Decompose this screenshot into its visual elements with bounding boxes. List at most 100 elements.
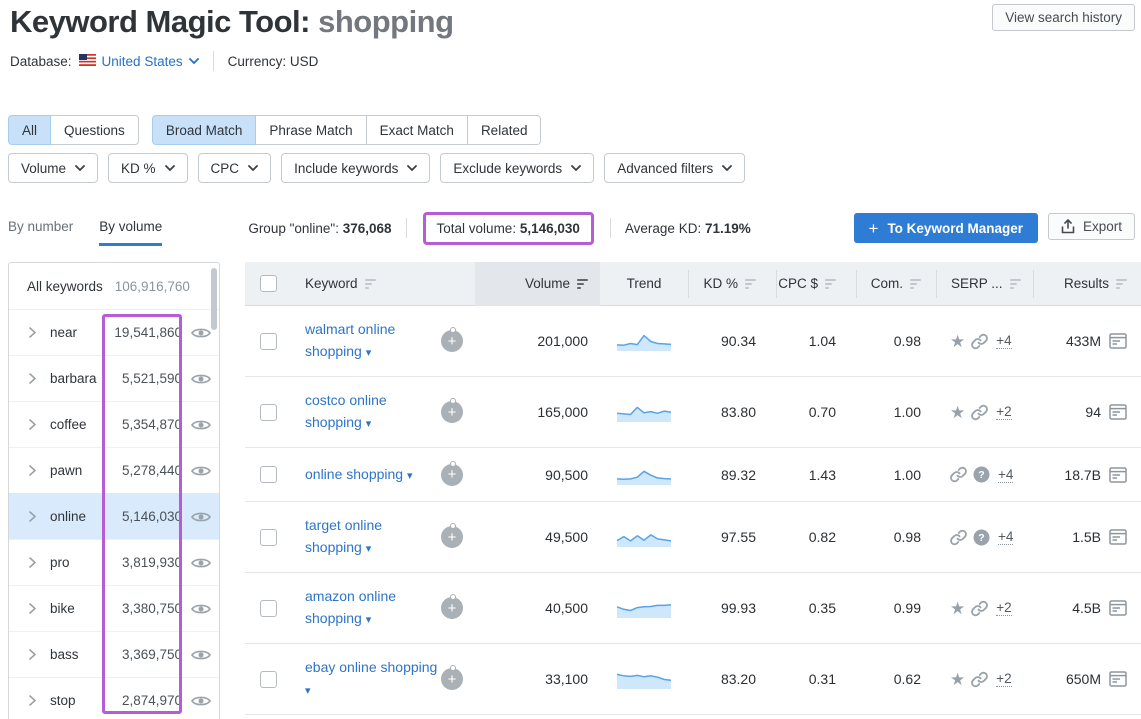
serp-feature-link-icon[interactable] bbox=[971, 671, 988, 688]
tab-by-number[interactable]: By number bbox=[8, 210, 73, 246]
row-checkbox[interactable] bbox=[260, 333, 277, 350]
serp-source-icon[interactable] bbox=[1109, 600, 1127, 616]
row-checkbox[interactable] bbox=[260, 529, 277, 546]
serp-source-icon[interactable] bbox=[1109, 671, 1127, 687]
keyword-link[interactable]: walmart online shopping ▾ bbox=[305, 318, 441, 364]
serp-feature-link-icon[interactable] bbox=[950, 466, 967, 483]
tab-exact-match[interactable]: Exact Match bbox=[366, 115, 468, 145]
column-header-com[interactable]: Com. bbox=[871, 276, 921, 291]
group-row-coffee[interactable]: coffee 5,354,870 bbox=[9, 401, 219, 447]
serp-features-more-link[interactable]: +4 bbox=[998, 467, 1013, 483]
all-keywords-header[interactable]: All keywords 106,916,760 bbox=[9, 263, 219, 309]
column-header-serp[interactable]: SERP ... bbox=[951, 276, 1021, 291]
sidebar-scrollbar[interactable] bbox=[211, 268, 217, 330]
eye-icon[interactable] bbox=[191, 695, 211, 707]
keyword-dropdown-caret[interactable]: ▾ bbox=[305, 685, 311, 697]
serp-feature-link-icon[interactable] bbox=[950, 529, 967, 546]
serp-source-icon[interactable] bbox=[1109, 467, 1127, 483]
eye-icon[interactable] bbox=[191, 511, 211, 523]
filter-exclude-keywords[interactable]: Exclude keywords bbox=[440, 153, 594, 183]
eye-icon[interactable] bbox=[191, 649, 211, 661]
select-all-checkbox[interactable] bbox=[260, 275, 277, 292]
keyword-link[interactable]: costco online shopping ▾ bbox=[305, 389, 441, 435]
serp-source-icon[interactable] bbox=[1109, 529, 1127, 545]
filter-advanced[interactable]: Advanced filters bbox=[604, 153, 745, 183]
add-to-keyword-manager-icon[interactable]: + bbox=[441, 668, 463, 690]
add-to-keyword-manager-icon[interactable]: + bbox=[441, 330, 463, 352]
serp-features-more-link[interactable]: +2 bbox=[996, 671, 1011, 687]
column-header-keyword[interactable]: Keyword bbox=[305, 276, 376, 291]
add-to-keyword-manager-icon[interactable]: + bbox=[441, 464, 463, 486]
eye-icon[interactable] bbox=[191, 557, 211, 569]
column-header-volume[interactable]: Volume bbox=[525, 276, 588, 291]
view-search-history-button[interactable]: View search history bbox=[992, 4, 1135, 31]
serp-feature-question-icon[interactable]: ? bbox=[973, 466, 990, 483]
tab-phrase-match[interactable]: Phrase Match bbox=[255, 115, 366, 145]
serp-feature-question-icon[interactable]: ? bbox=[973, 529, 990, 546]
keyword-dropdown-caret[interactable]: ▾ bbox=[366, 347, 372, 359]
serp-feature-link-icon[interactable] bbox=[971, 333, 988, 350]
keyword-dropdown-caret[interactable]: ▾ bbox=[366, 614, 372, 626]
column-header-results[interactable]: Results bbox=[1064, 276, 1127, 291]
eye-icon[interactable] bbox=[191, 373, 211, 385]
eye-icon[interactable] bbox=[191, 603, 211, 615]
filter-cpc[interactable]: CPC bbox=[198, 153, 272, 183]
serp-features-more-link[interactable]: +2 bbox=[996, 600, 1011, 616]
eye-icon[interactable] bbox=[191, 327, 211, 339]
tab-all[interactable]: All bbox=[8, 115, 51, 145]
column-header-cpc[interactable]: CPC $ bbox=[778, 276, 836, 291]
serp-source-icon[interactable] bbox=[1109, 333, 1127, 349]
filter-volume[interactable]: Volume bbox=[8, 153, 98, 183]
serp-feature-star-icon[interactable]: ★ bbox=[950, 333, 965, 350]
sort-icon bbox=[1116, 279, 1127, 289]
keyword-groups-sidebar: All keywords 106,916,760 near 19,541,860… bbox=[8, 262, 220, 719]
serp-feature-star-icon[interactable]: ★ bbox=[950, 404, 965, 421]
column-header-kd[interactable]: KD % bbox=[703, 276, 756, 291]
filter-kd[interactable]: KD % bbox=[108, 153, 188, 183]
keyword-link[interactable]: amazon online shopping ▾ bbox=[305, 585, 441, 631]
group-row-pro[interactable]: pro 3,819,930 bbox=[9, 539, 219, 585]
keyword-link[interactable]: ebay online shopping ▾ bbox=[305, 656, 441, 702]
keyword-dropdown-caret[interactable]: ▾ bbox=[366, 418, 372, 430]
tab-broad-match[interactable]: Broad Match bbox=[152, 115, 257, 145]
table-row: walmart online shopping ▾ + 201,000 90.3… bbox=[245, 306, 1141, 377]
serp-features-more-link[interactable]: +2 bbox=[996, 404, 1011, 420]
chevron-right-icon bbox=[29, 327, 36, 338]
eye-icon[interactable] bbox=[191, 419, 211, 431]
group-row-pawn[interactable]: pawn 5,278,440 bbox=[9, 447, 219, 493]
serp-feature-link-icon[interactable] bbox=[971, 600, 988, 617]
plus-icon: + bbox=[869, 220, 879, 237]
group-row-stop[interactable]: stop 2,874,970 bbox=[9, 677, 219, 719]
serp-feature-star-icon[interactable]: ★ bbox=[950, 671, 965, 688]
row-checkbox[interactable] bbox=[260, 671, 277, 688]
add-to-keyword-manager-icon[interactable]: + bbox=[441, 597, 463, 619]
group-row-bike[interactable]: bike 3,380,750 bbox=[9, 585, 219, 631]
row-checkbox[interactable] bbox=[260, 600, 277, 617]
group-row-barbara[interactable]: barbara 5,521,590 bbox=[9, 355, 219, 401]
row-checkbox[interactable] bbox=[260, 466, 277, 483]
keyword-link[interactable]: online shopping ▾ bbox=[305, 463, 441, 487]
serp-features-more-link[interactable]: +4 bbox=[996, 333, 1011, 349]
to-keyword-manager-button[interactable]: + To Keyword Manager bbox=[854, 213, 1038, 243]
serp-features-more-link[interactable]: +4 bbox=[998, 529, 1013, 545]
tab-by-volume[interactable]: By volume bbox=[99, 210, 162, 246]
keyword-link[interactable]: target online shopping ▾ bbox=[305, 514, 441, 560]
keyword-dropdown-caret[interactable]: ▾ bbox=[366, 543, 372, 555]
filter-include-keywords[interactable]: Include keywords bbox=[281, 153, 430, 183]
tab-related[interactable]: Related bbox=[467, 115, 542, 145]
group-row-near[interactable]: near 19,541,860 bbox=[9, 309, 219, 355]
add-to-keyword-manager-icon[interactable]: + bbox=[441, 401, 463, 423]
group-row-bass[interactable]: bass 3,369,750 bbox=[9, 631, 219, 677]
serp-feature-star-icon[interactable]: ★ bbox=[950, 600, 965, 617]
add-to-keyword-manager-icon[interactable]: + bbox=[441, 526, 463, 548]
serp-source-icon[interactable] bbox=[1109, 404, 1127, 420]
group-row-online-selected[interactable]: online 5,146,030 bbox=[9, 493, 219, 539]
us-flag-icon bbox=[79, 54, 96, 69]
tab-questions[interactable]: Questions bbox=[50, 115, 139, 145]
serp-feature-link-icon[interactable] bbox=[971, 404, 988, 421]
row-checkbox[interactable] bbox=[260, 404, 277, 421]
export-button[interactable]: Export bbox=[1048, 213, 1135, 240]
eye-icon[interactable] bbox=[191, 465, 211, 477]
database-selector[interactable]: United States bbox=[102, 54, 199, 69]
keyword-dropdown-caret[interactable]: ▾ bbox=[407, 470, 413, 482]
